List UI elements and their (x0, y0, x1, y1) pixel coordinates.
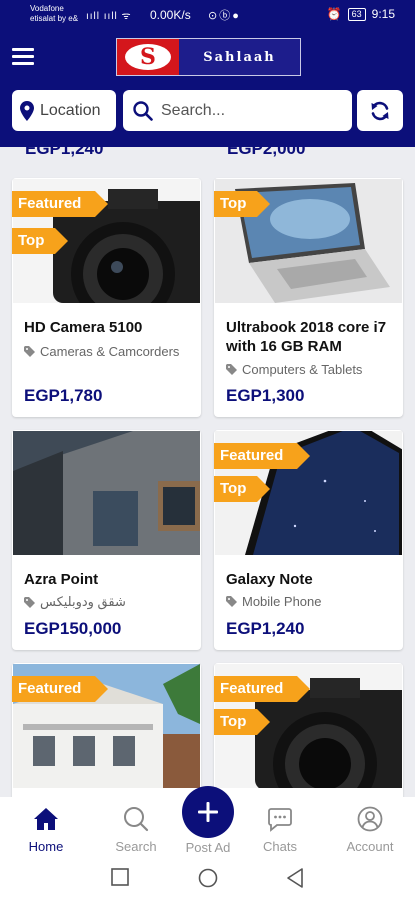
search-icon (124, 807, 149, 832)
featured-badge: Featured (12, 676, 108, 702)
location-button[interactable]: Location (12, 90, 116, 131)
tag-icon (24, 346, 35, 357)
listing-card[interactable]: Featured Top Galaxy Note Mobile Phone EG… (214, 430, 403, 650)
refresh-button[interactable] (357, 90, 403, 131)
featured-badge: Featured (12, 191, 108, 217)
listing-title: Galaxy Note (226, 571, 313, 588)
app-header: S Sahlaah Location (0, 30, 415, 147)
listing-card[interactable]: Top Ultrabook 2018 core i7 with 16 GB RA… (214, 178, 403, 417)
system-navigation-bar (0, 857, 415, 900)
circle-icon (198, 868, 218, 888)
back-triangle-icon (287, 868, 303, 888)
hamburger-icon[interactable] (12, 48, 34, 66)
battery-icon: 63 (347, 7, 366, 21)
listing-title: Azra Point (24, 571, 99, 588)
refresh-icon (371, 101, 389, 120)
nav-search[interactable]: Search (101, 805, 171, 854)
plus-icon (198, 802, 218, 822)
home-icon (34, 808, 58, 830)
search-input[interactable] (161, 101, 341, 120)
location-label: Location (40, 101, 101, 119)
listing-card[interactable]: Featured Top HD Camera 5100 Cameras & Ca… (12, 178, 201, 417)
recents-button[interactable] (111, 868, 129, 891)
category-label: Computers & Tablets (242, 362, 363, 377)
status-bar: Vodafone etisalat by e& ııll ııll ᯤ 0.00… (0, 0, 415, 30)
clock: 9:15 (371, 7, 395, 21)
listing-price: EGP1,780 (24, 386, 103, 405)
listing-category: Computers & Tablets (226, 362, 362, 377)
category-label: شقق ودوبليكس (40, 594, 126, 609)
featured-badge: Featured (214, 676, 310, 702)
nav-home-label: Home (28, 839, 64, 854)
category-label: Cameras & Camcorders (40, 344, 180, 359)
post-ad-button[interactable] (182, 786, 234, 838)
listing-category: Mobile Phone (226, 594, 322, 609)
square-icon (111, 868, 129, 886)
alarm-icon: ⏰ (326, 7, 342, 21)
carrier-name-2: etisalat by e& (30, 14, 79, 23)
logo-mark: S (117, 39, 179, 75)
nav-chats[interactable]: Chats (245, 805, 315, 854)
app-logo: S Sahlaah (116, 38, 301, 76)
search-icon (133, 100, 153, 121)
network-speed: 0.00K/s (150, 8, 191, 22)
listing-price: EGP1,240 (226, 619, 305, 638)
tag-icon (226, 596, 237, 607)
tag-icon (24, 596, 35, 608)
logo-text: Sahlaah (203, 49, 276, 65)
carrier-info: Vodafone etisalat by e& (30, 4, 78, 24)
listing-title: HD Camera 5100 (24, 319, 143, 336)
tag-icon (226, 364, 237, 375)
nav-account[interactable]: Account (335, 805, 405, 854)
category-label: Mobile Phone (242, 594, 322, 609)
listing-card[interactable]: Featured Top (214, 663, 403, 797)
listing-price: EGP150,000 (24, 619, 122, 638)
chat-bubble-icon (268, 808, 292, 832)
listing-image-building (13, 431, 200, 555)
post-ad-label: Post Ad (185, 840, 231, 855)
listing-category: شقق ودوبليكس (24, 594, 126, 610)
listings-feed[interactable]: EGP1,240 EGP2,000 Featured Top HD Camera… (0, 147, 415, 797)
nav-home[interactable]: Home (11, 805, 81, 854)
listing-price: EGP1,300 (226, 386, 305, 405)
back-button[interactable] (286, 868, 304, 893)
status-icons: ⊙ⓑ● (208, 10, 241, 22)
listing-card[interactable]: Featured (12, 663, 201, 797)
carrier-name: Vodafone (30, 4, 64, 13)
listing-card[interactable]: Azra Point شقق ودوبليكس EGP150,000 (12, 430, 201, 650)
map-pin-icon (20, 100, 34, 121)
listing-title: Ultrabook 2018 core i7 with 16 GB RAM (226, 319, 387, 355)
listing-price: EGP2,000 (227, 147, 306, 158)
home-system-button[interactable] (198, 868, 218, 893)
listing-category: Cameras & Camcorders (24, 344, 179, 359)
featured-badge: Featured (214, 443, 310, 469)
search-bar[interactable] (123, 90, 352, 131)
nav-account-label: Account (346, 839, 394, 854)
nav-chats-label: Chats (263, 839, 297, 854)
user-icon (357, 806, 383, 832)
nav-search-label: Search (115, 839, 157, 854)
signal-icons: ııll ııll ᯤ (86, 11, 132, 22)
listing-price: EGP1,240 (25, 147, 104, 158)
